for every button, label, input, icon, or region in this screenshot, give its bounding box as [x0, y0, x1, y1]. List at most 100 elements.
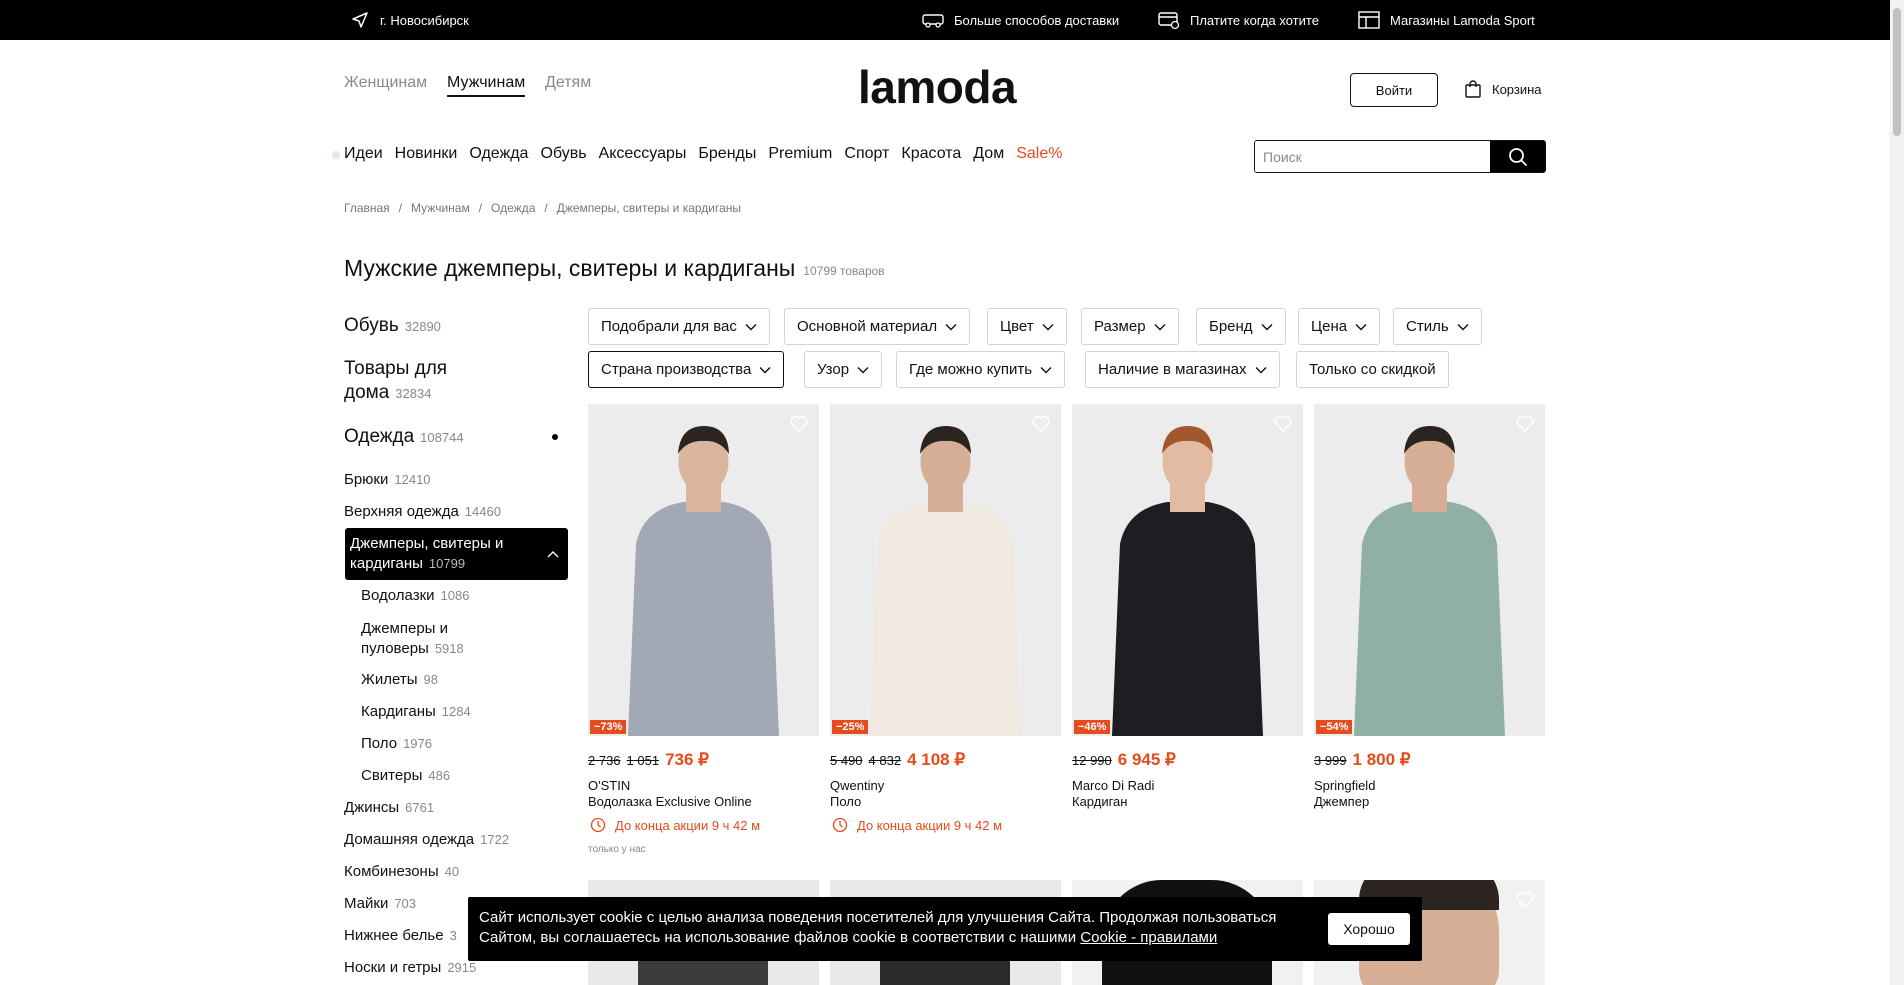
product-type[interactable]: Поло: [830, 794, 861, 809]
sidebar-item-label: Жилеты: [361, 671, 418, 688]
filter-discount-only[interactable]: Только со скидкой: [1296, 351, 1449, 388]
filter-label: Цена: [1311, 318, 1348, 335]
filter-brand[interactable]: Бренд: [1196, 308, 1286, 345]
sidebar-item-label: Джинсы: [344, 799, 400, 816]
logo[interactable]: lamoda: [858, 60, 1017, 114]
tab-women[interactable]: Женщинам: [344, 74, 427, 92]
nav-clothing[interactable]: Одежда: [469, 145, 528, 163]
product-brand[interactable]: Qwentiny: [830, 778, 884, 793]
old-price: 2 736: [588, 753, 621, 768]
sidebar-item-label: Кардиганы: [361, 703, 436, 720]
filter-in-store[interactable]: Наличие в магазинах: [1085, 351, 1280, 388]
nav-shoes[interactable]: Обувь: [540, 145, 586, 163]
filter-where-buy[interactable]: Где можно купить: [896, 351, 1066, 388]
nav-brands[interactable]: Бренды: [698, 145, 756, 163]
filter-style[interactable]: Стиль: [1393, 308, 1482, 345]
current-price: 1 800 ₽: [1352, 750, 1411, 769]
tab-kids[interactable]: Детям: [545, 74, 591, 92]
nav-sport[interactable]: Спорт: [844, 145, 889, 163]
nav-home[interactable]: Дом: [973, 145, 1004, 163]
page-scrollbar[interactable]: [1890, 0, 1904, 985]
price-row: 3 999 1 800 ₽: [1314, 750, 1411, 770]
sidebar-item-overalls[interactable]: Комбинезоны 40: [344, 863, 570, 881]
sidebar-item-count: 12410: [394, 472, 431, 487]
cookie-ok-button[interactable]: Хорошо: [1328, 913, 1410, 945]
nav-accessories[interactable]: Аксессуары: [599, 145, 687, 163]
product-image[interactable]: −73%: [588, 404, 819, 736]
filter-size[interactable]: Размер: [1081, 308, 1179, 345]
sidebar-item-label: Брюки: [344, 471, 389, 488]
sidebar-item-socks[interactable]: Носки и гетры 2915: [344, 959, 570, 977]
pay-link[interactable]: Платите когда хотите: [1158, 0, 1319, 40]
login-button[interactable]: Войти: [1350, 73, 1438, 107]
sidebar-item-count: 5918: [434, 641, 464, 656]
product-type[interactable]: Водолазка Exclusive Online: [588, 794, 752, 809]
sidebar-item-jeans[interactable]: Джинсы 6761: [344, 799, 570, 817]
filter-material[interactable]: Основной материал: [784, 308, 971, 345]
sidebar-sub-polo[interactable]: Поло 1976: [361, 735, 587, 753]
sidebar-item-home-goods[interactable]: Товары для дома 32834: [344, 357, 570, 406]
chevron-up-icon[interactable]: [546, 549, 560, 559]
sidebar-item-label: пуловеры: [361, 640, 429, 657]
nav-premium[interactable]: Premium: [768, 145, 832, 163]
sidebar-sub-sweaters[interactable]: Свитеры 486: [361, 767, 587, 785]
sidebar-item-trousers[interactable]: Брюки 12410: [344, 471, 570, 489]
city-selector[interactable]: г. Новосибирск: [350, 0, 469, 40]
sidebar-item-homewear[interactable]: Домашняя одежда 1722: [344, 831, 570, 849]
filter-label: Подобрали для вас: [601, 318, 737, 335]
heart-icon[interactable]: [789, 414, 809, 434]
sidebar-item-count: 1976: [403, 736, 432, 751]
nav-beauty[interactable]: Красота: [901, 145, 961, 163]
sidebar-sub-vests[interactable]: Жилеты 98: [361, 671, 587, 689]
product-image[interactable]: −54%: [1314, 404, 1545, 736]
cart-link[interactable]: Корзина: [1464, 79, 1542, 99]
filter-price[interactable]: Цена: [1298, 308, 1381, 345]
product-brand[interactable]: Marco Di Radi: [1072, 778, 1154, 793]
tab-men[interactable]: Мужчинам: [447, 74, 526, 97]
filter-color[interactable]: Цвет: [987, 308, 1067, 345]
sidebar-item-outerwear[interactable]: Верхняя одежда 14460: [344, 503, 570, 521]
search-input[interactable]: [1255, 141, 1491, 172]
filter-country[interactable]: Страна производства: [588, 351, 785, 388]
nav-ideas[interactable]: Идеи: [344, 145, 383, 163]
sidebar-item-shoes[interactable]: Обувь 32890: [344, 315, 570, 337]
heart-icon[interactable]: [1273, 414, 1293, 434]
product-type[interactable]: Кардиган: [1072, 794, 1127, 809]
product-image[interactable]: −46%: [1072, 404, 1303, 736]
heart-icon[interactable]: [1515, 890, 1535, 910]
search-button[interactable]: [1490, 141, 1545, 172]
crumb-home[interactable]: Главная: [344, 201, 390, 215]
cookie-rules-link[interactable]: Cookie - правилами: [1080, 929, 1217, 946]
filter-pattern[interactable]: Узор: [804, 351, 883, 388]
nav-sale[interactable]: Sale%: [1016, 145, 1062, 163]
delivery-link[interactable]: Больше способов доставки: [922, 0, 1119, 40]
filter-recommended[interactable]: Подобрали для вас: [588, 308, 770, 345]
crumb-current: Джемперы, свитеры и кардиганы: [556, 201, 742, 215]
crumb-men[interactable]: Мужчинам: [411, 201, 470, 215]
product-brand[interactable]: O'STIN: [588, 778, 630, 793]
clock-icon: [590, 817, 606, 833]
product-type[interactable]: Джемпер: [1314, 794, 1369, 809]
stores-link[interactable]: Магазины Lamoda Sport: [1358, 0, 1535, 40]
sidebar-sub-turtlenecks[interactable]: Водолазки 1086: [361, 587, 587, 605]
promo-timer: До конца акции 9 ч 42 м: [832, 817, 1002, 833]
top-bar: г. Новосибирск Больше способов доставки …: [0, 0, 1890, 40]
price-row: 2 736 1 051 736 ₽: [588, 750, 709, 770]
cookie-banner: Сайт использует cookie с целью анализа п…: [468, 897, 1422, 961]
search-icon: [1508, 147, 1527, 166]
product-brand[interactable]: Springfield: [1314, 778, 1375, 793]
sidebar-item-jumpers-active[interactable]: Джемперы, свитеры и кардиганы 10799: [345, 528, 568, 580]
heart-icon[interactable]: [1031, 414, 1051, 434]
heart-icon[interactable]: [1515, 414, 1535, 434]
sidebar-item-count: 14460: [464, 504, 501, 519]
product-image[interactable]: −25%: [830, 404, 1061, 736]
nav-new[interactable]: Новинки: [395, 145, 458, 163]
sidebar-item-clothing[interactable]: Одежда 108744: [344, 426, 570, 448]
delivery-label: Больше способов доставки: [954, 12, 1120, 28]
sidebar-item-count: 6761: [405, 800, 435, 815]
sidebar-sub-cardigans[interactable]: Кардиганы 1284: [361, 703, 587, 721]
crumb-clothing[interactable]: Одежда: [491, 201, 535, 215]
sidebar-sub-pullovers[interactable]: Джемперы и пуловеры 5918: [361, 619, 587, 659]
crumb-separator: /: [478, 201, 483, 215]
scrollbar-thumb[interactable]: [1893, 8, 1901, 136]
